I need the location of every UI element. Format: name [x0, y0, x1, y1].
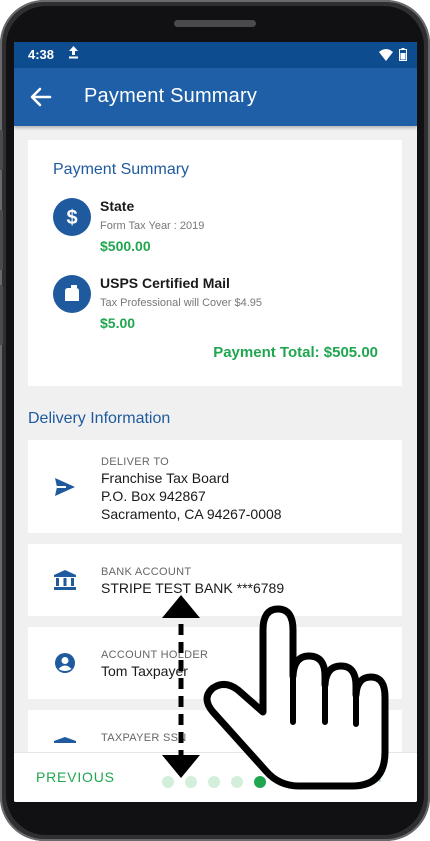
- battery-icon: [399, 48, 407, 64]
- app-screen: 4:38 Payment Summary Payment Summary $ S…: [14, 42, 417, 802]
- phone-side-button: [0, 210, 3, 270]
- summary-item-amount: $500.00: [100, 238, 151, 254]
- step-dot: [231, 776, 243, 788]
- account-holder-value: Tom Taxpayer: [101, 663, 188, 679]
- account-circle-icon: [52, 650, 78, 676]
- dollar-icon: $: [53, 198, 91, 236]
- page-title: Payment Summary: [84, 85, 258, 107]
- status-bar: 4:38: [14, 42, 417, 68]
- step-dot-active: [254, 776, 266, 788]
- address-line: Sacramento, CA 94267-0008: [101, 506, 282, 522]
- wifi-icon: [379, 48, 393, 64]
- phone-speaker: [174, 20, 256, 27]
- summary-item-subtitle: Tax Professional will Cover $4.95: [100, 297, 263, 309]
- deliver-to-card: DELIVER TO Franchise Tax Board P.O. Box …: [28, 440, 402, 533]
- summary-item-amount: $5.00: [100, 315, 136, 331]
- step-dot: [162, 776, 174, 788]
- back-arrow-icon[interactable]: [26, 82, 56, 112]
- account-holder-label: ACCOUNT HOLDER: [101, 649, 209, 661]
- previous-button[interactable]: PREVIOUS: [36, 769, 115, 785]
- account-holder-card: ACCOUNT HOLDER Tom Taxpayer: [28, 627, 402, 699]
- upload-icon: [68, 46, 79, 62]
- summary-item-title: USPS Certified Mail: [100, 275, 230, 291]
- deliver-to-label: DELIVER TO: [101, 456, 170, 468]
- summary-item-title: State: [100, 198, 135, 214]
- phone-side-button: [0, 285, 3, 345]
- taxpayer-ssn-label: TAXPAYER SSN: [101, 732, 187, 744]
- summary-item-subtitle: Form Tax Year : 2019: [100, 220, 205, 232]
- mailbox-icon: [53, 275, 91, 313]
- address-line: P.O. Box 942867: [101, 488, 206, 504]
- svg-text:$: $: [66, 207, 77, 229]
- delivery-heading: Delivery Information: [28, 410, 171, 427]
- phone-side-button: [0, 130, 3, 170]
- step-dot: [208, 776, 220, 788]
- step-dot: [185, 776, 197, 788]
- bank-icon: [52, 567, 78, 593]
- status-time: 4:38: [28, 47, 55, 62]
- id-card-icon: [52, 733, 78, 752]
- bank-account-label: BANK ACCOUNT: [101, 566, 192, 578]
- send-icon: [52, 474, 78, 500]
- app-bar: Payment Summary: [14, 68, 417, 126]
- taxpayer-ssn-card: TAXPAYER SSN: [28, 710, 402, 752]
- bank-account-card: BANK ACCOUNT STRIPE TEST BANK ***6789: [28, 544, 402, 616]
- payment-total: Payment Total: $505.00: [213, 344, 378, 361]
- payment-summary-card: Payment Summary $ State Form Tax Year : …: [28, 140, 402, 386]
- step-navigation-bar: PREVIOUS SUBMIT: [14, 752, 417, 802]
- scroll-content[interactable]: Payment Summary $ State Form Tax Year : …: [14, 126, 417, 752]
- bank-account-value: STRIPE TEST BANK ***6789: [101, 580, 285, 596]
- submit-button[interactable]: SUBMIT: [327, 769, 385, 785]
- address-line: Franchise Tax Board: [101, 470, 230, 486]
- summary-heading: Payment Summary: [53, 161, 190, 178]
- step-indicator: [162, 776, 266, 788]
